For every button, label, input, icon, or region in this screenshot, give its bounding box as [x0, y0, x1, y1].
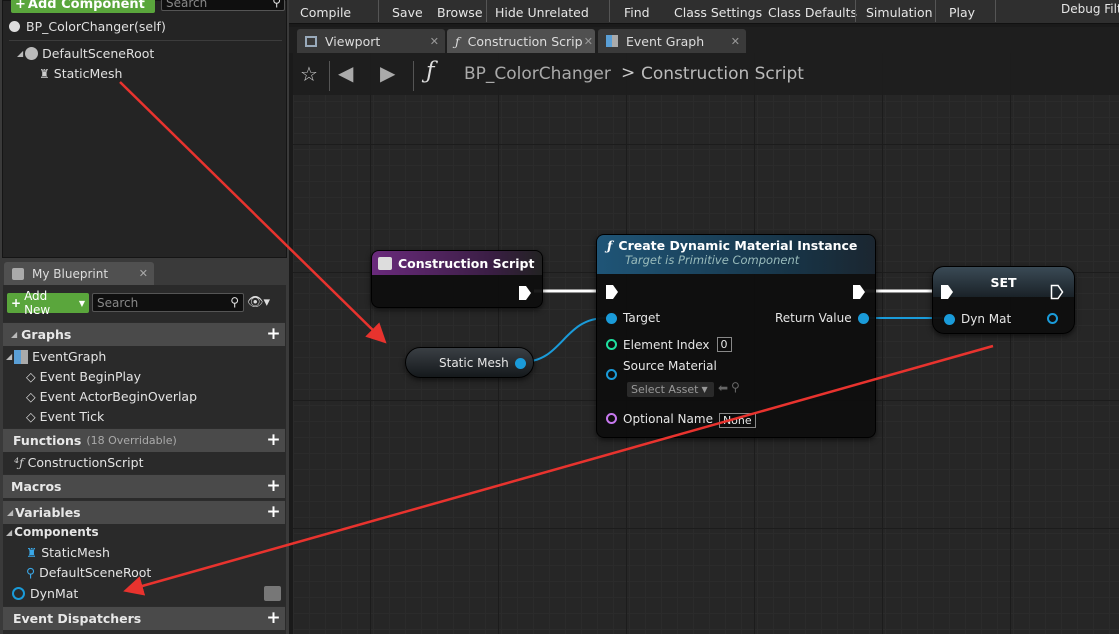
annotation-arrows: [119, 81, 994, 596]
annotation-arrow: [123, 344, 994, 596]
annotation-arrow: [119, 81, 387, 344]
